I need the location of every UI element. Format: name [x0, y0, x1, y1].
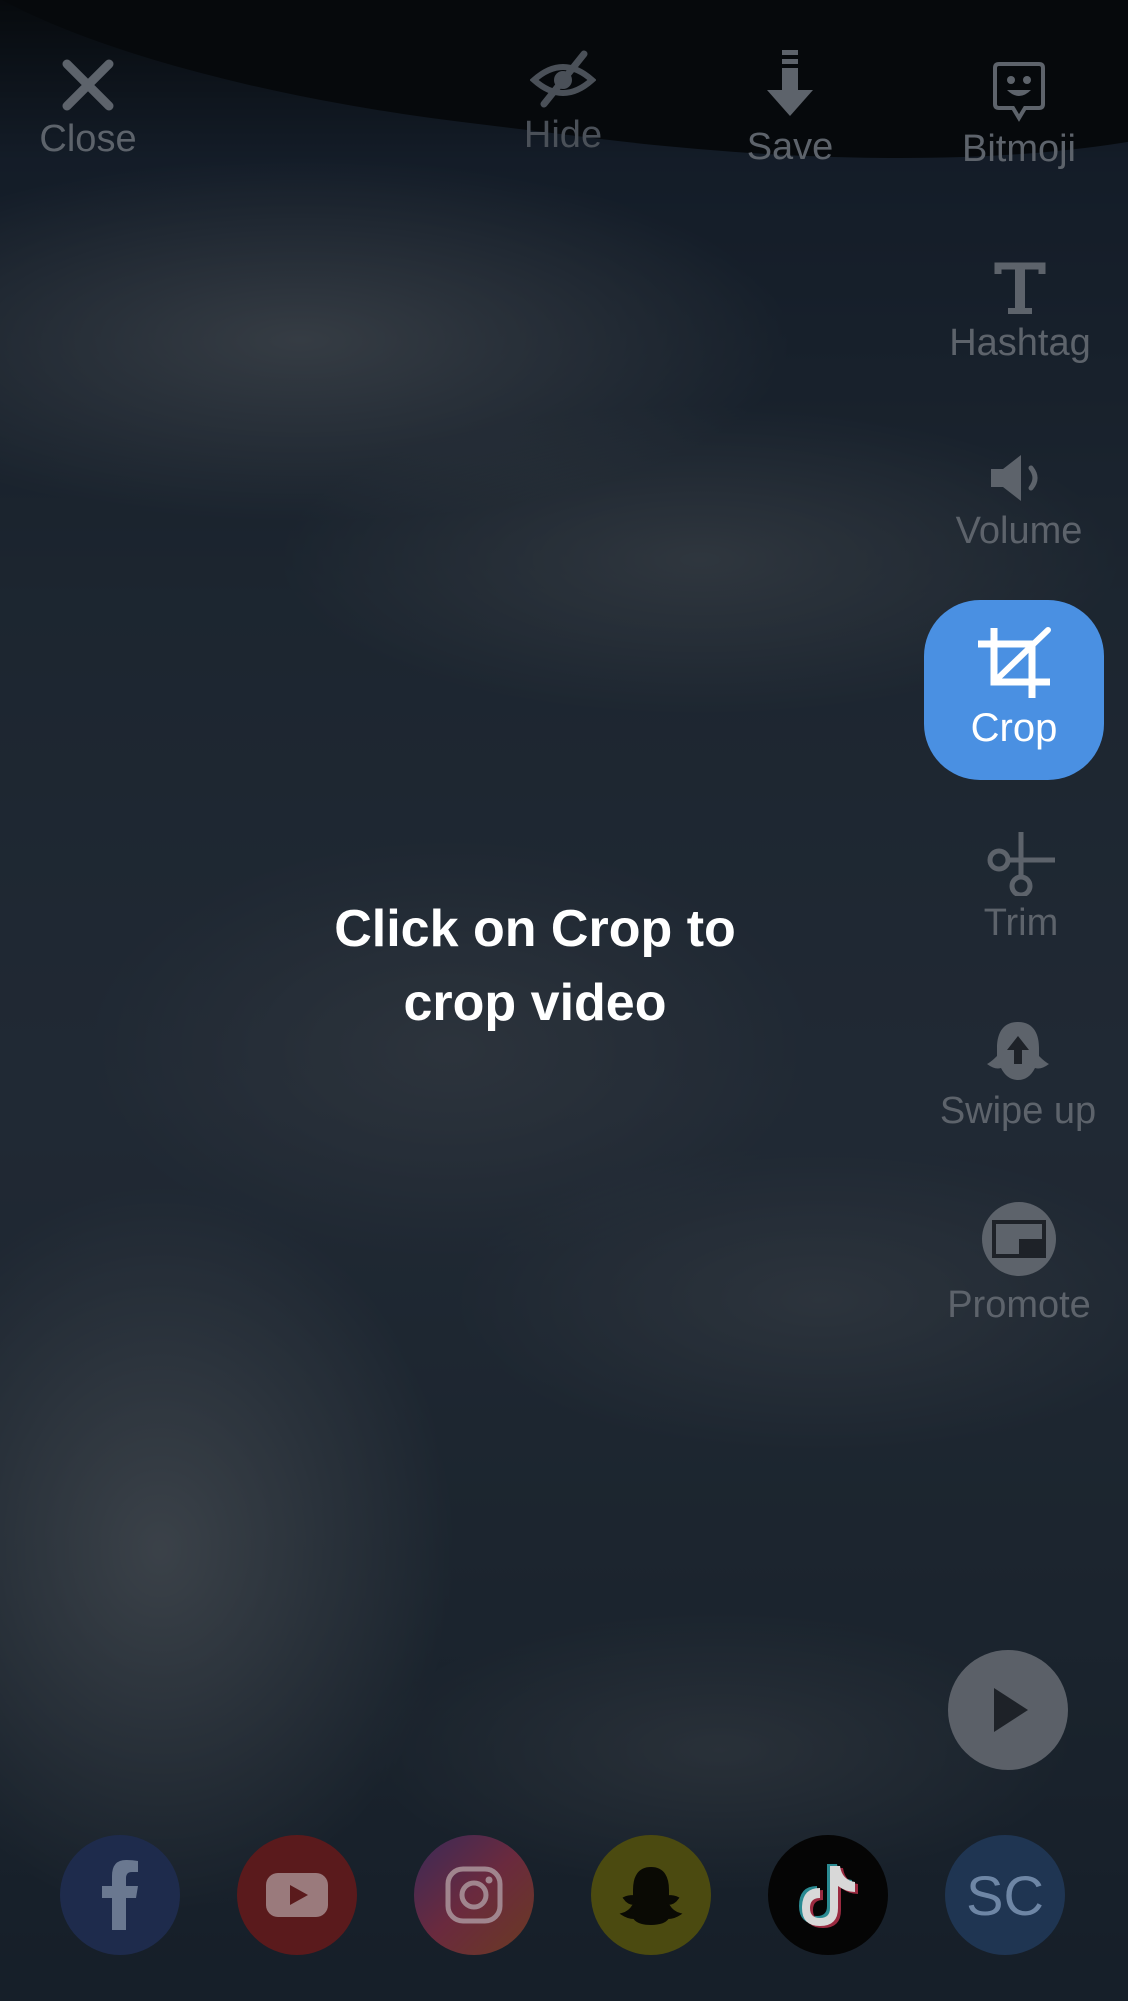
- swipe-up-button[interactable]: Swipe up: [930, 1018, 1106, 1130]
- youtube-icon: [266, 1873, 328, 1917]
- eye-slash-icon: [530, 50, 596, 108]
- bitmoji-button[interactable]: Bitmoji: [952, 60, 1086, 168]
- hint-line-1: Click on Crop to: [334, 900, 736, 958]
- bitmoji-label: Bitmoji: [961, 128, 1077, 170]
- crop-icon: [978, 627, 1051, 698]
- swipe-up-label: Swipe up: [939, 1090, 1097, 1132]
- volume-label: Volume: [955, 510, 1083, 552]
- snapchat-share-button[interactable]: [591, 1835, 711, 1955]
- play-button[interactable]: [948, 1650, 1068, 1770]
- hide-button[interactable]: Hide: [510, 50, 616, 154]
- hashtag-label: Hashtag: [949, 322, 1091, 364]
- close-icon: [62, 59, 114, 111]
- youtube-share-button[interactable]: [237, 1835, 357, 1955]
- text-icon: [994, 262, 1046, 314]
- instagram-share-button[interactable]: [414, 1835, 534, 1955]
- hide-label: Hide: [523, 114, 603, 156]
- swipe-up-ghost-icon: [987, 1022, 1049, 1080]
- scissors-icon: [987, 832, 1055, 896]
- hashtag-button[interactable]: Hashtag: [940, 262, 1100, 362]
- soundcloud-share-button[interactable]: SC: [945, 1835, 1065, 1955]
- instagram-icon: [445, 1866, 503, 1924]
- crop-button[interactable]: Crop: [924, 600, 1104, 780]
- save-button[interactable]: Save: [740, 50, 840, 166]
- close-button[interactable]: Close: [30, 58, 146, 158]
- save-label: Save: [746, 126, 834, 168]
- volume-button[interactable]: Volume: [944, 452, 1094, 550]
- facebook-icon: [102, 1860, 138, 1930]
- promote-icon: [982, 1202, 1056, 1276]
- sc-icon: SC: [966, 1863, 1044, 1927]
- trim-label: Trim: [983, 902, 1059, 944]
- volume-icon: [991, 455, 1038, 501]
- facebook-share-button[interactable]: [60, 1835, 180, 1955]
- close-label: Close: [39, 118, 137, 160]
- promote-label: Promote: [947, 1284, 1091, 1326]
- download-icon: [767, 50, 813, 116]
- tiktok-share-button[interactable]: [768, 1835, 888, 1955]
- hint-line-2: crop video: [403, 974, 667, 1032]
- snapchat-icon: [619, 1866, 683, 1926]
- trim-button[interactable]: Trim: [966, 828, 1076, 942]
- play-icon: [994, 1688, 1028, 1732]
- crop-label: Crop: [970, 706, 1058, 750]
- tiktok-icon: [799, 1864, 858, 1928]
- crop-hint-text: Click on Crop to crop video: [280, 892, 790, 1040]
- promote-button[interactable]: Promote: [938, 1200, 1100, 1324]
- bitmoji-icon: [993, 62, 1045, 122]
